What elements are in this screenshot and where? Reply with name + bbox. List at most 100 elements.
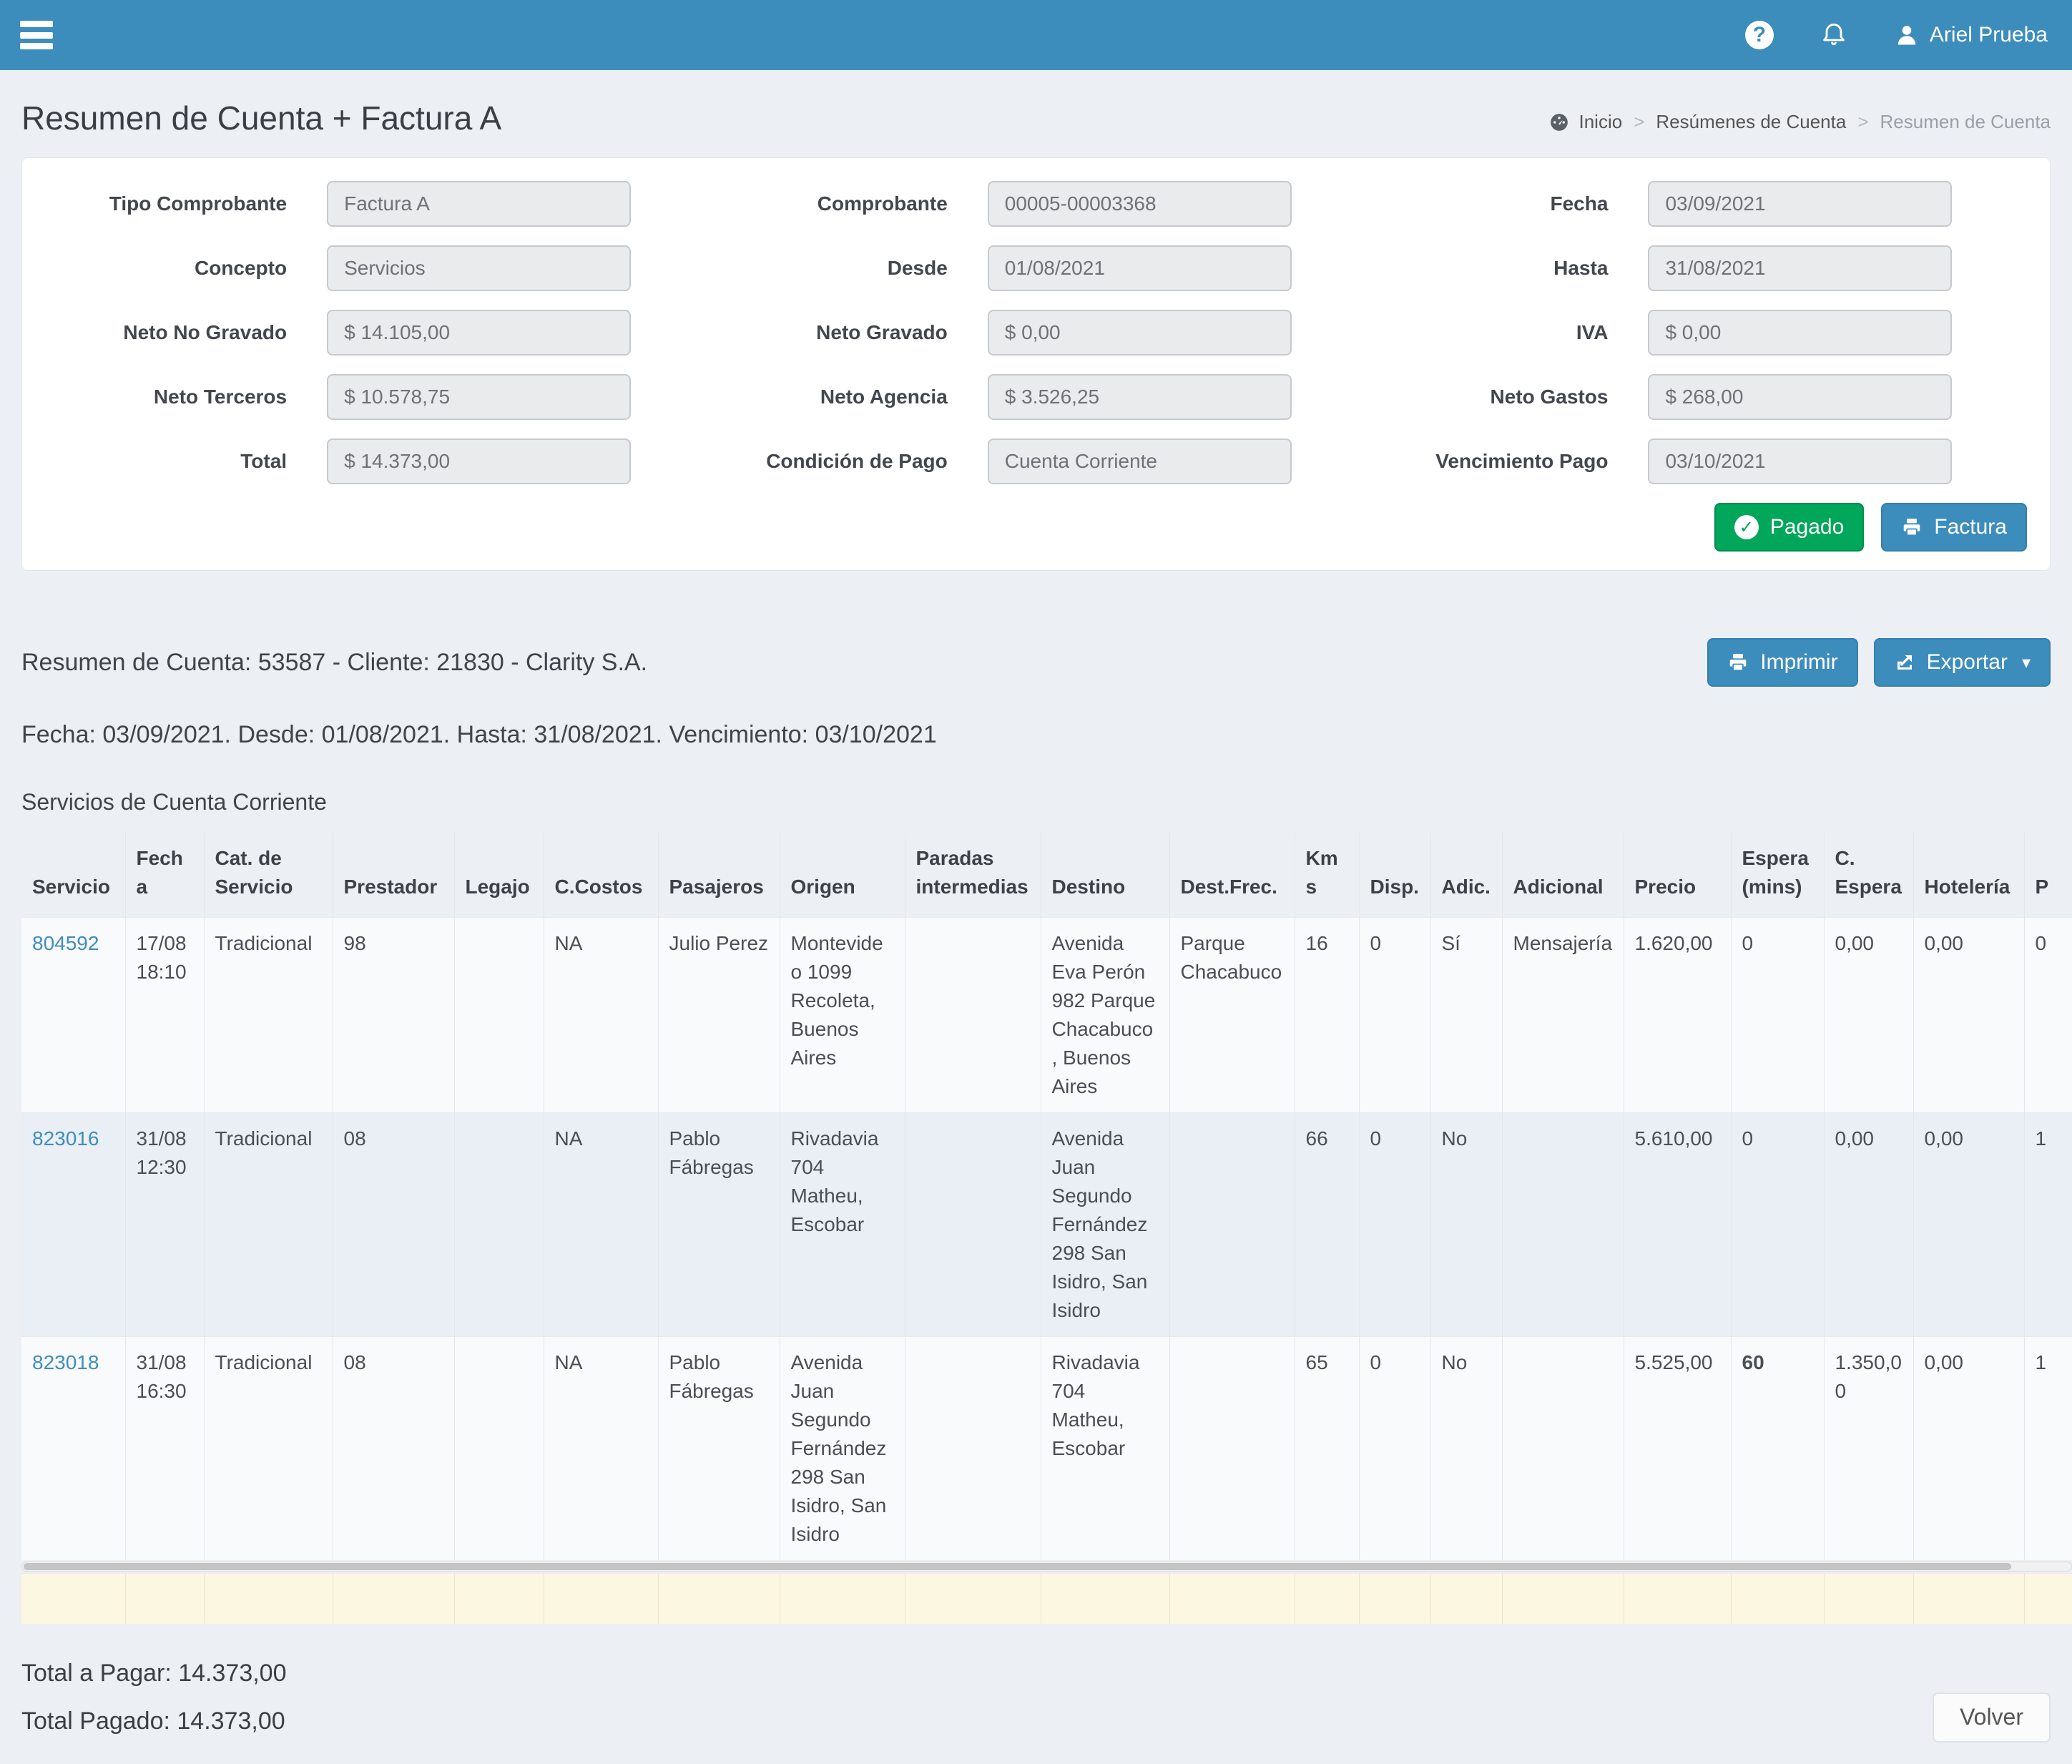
cell-disp: 0 [1359, 1337, 1430, 1561]
imprimir-button[interactable]: Imprimir [1707, 638, 1857, 687]
tipo-comprobante-field[interactable] [327, 181, 631, 227]
user-menu[interactable]: Ariel Prueba [1894, 22, 2048, 48]
pagado-button[interactable]: ✓ Pagado [1714, 503, 1864, 552]
breadcrumb-separator: > [1857, 111, 1868, 133]
cell-paradas [905, 1337, 1041, 1561]
col-header-dest-frec: Dest.Frec. [1169, 833, 1295, 918]
breadcrumb-item: Inicio [1578, 111, 1622, 133]
neto-gastos-field[interactable] [1648, 374, 1952, 420]
col-header-destino: Destino [1041, 833, 1169, 918]
cell-legajo [454, 1113, 544, 1337]
total-field[interactable] [327, 438, 631, 484]
fecha-field[interactable] [1648, 181, 1952, 227]
cell-adic: Sí [1430, 918, 1502, 1113]
col-header-truncated: P [2024, 833, 2072, 918]
cell-legajo [454, 1337, 544, 1561]
desde-field[interactable] [988, 245, 1292, 291]
exportar-button[interactable]: Exportar ▾ [1874, 638, 2051, 687]
horizontal-scrollbar-thumb[interactable] [24, 1563, 2011, 1570]
help-button[interactable]: ? [1745, 21, 1774, 49]
col-header-adicional: Adicional [1502, 833, 1624, 918]
account-summary-heading: Resumen de Cuenta: 53587 - Cliente: 2183… [21, 649, 647, 677]
cell-prestador: 98 [333, 918, 454, 1113]
cell-kms: 66 [1295, 1113, 1359, 1337]
factura-button[interactable]: Factura [1881, 503, 2027, 552]
help-icon: ? [1745, 21, 1774, 49]
cell-adicional: Mensajería [1502, 918, 1624, 1113]
col-header-hoteleria: Hotelería [1913, 833, 2024, 918]
cell-dest-frec [1169, 1337, 1295, 1561]
total-a-pagar: Total a Pagar: 14.373,00 [21, 1660, 2051, 1687]
pagado-button-label: Pagado [1770, 515, 1844, 539]
cell-espera: 60 [1731, 1337, 1824, 1561]
print-icon [1901, 516, 1923, 538]
vencimiento-pago-field[interactable] [1648, 438, 1952, 484]
cell-precio: 5.525,00 [1624, 1337, 1731, 1561]
cell-origen: Avenida Juan Segundo Fernández 298 San I… [780, 1337, 905, 1561]
neto-terceros-field[interactable] [327, 374, 631, 420]
col-header-ccostos: C.Costos [544, 833, 658, 918]
notifications-button[interactable] [1820, 21, 1848, 49]
field-label-hasta: Hasta [1366, 257, 1648, 280]
col-header-servicio: Servicio [21, 833, 125, 918]
breadcrumb-item: Resúmenes de Cuenta [1656, 111, 1846, 133]
table-row: 823018 31/08 16:30 Tradicional 08 NA Pab… [21, 1337, 2072, 1561]
condicion-de-pago-field[interactable] [988, 438, 1292, 484]
field-label-desde: Desde [706, 257, 988, 280]
col-header-cat-de-servicio: Cat. de Servicio [204, 833, 333, 918]
breadcrumb-current: Resumen de Cuenta [1880, 111, 2051, 133]
imprimir-button-label: Imprimir [1760, 650, 1837, 675]
cell-prestador: 08 [333, 1113, 454, 1337]
hasta-field[interactable] [1648, 245, 1952, 291]
field-label-tipo-comprobante: Tipo Comprobante [45, 192, 327, 215]
cell-disp: 0 [1359, 1113, 1430, 1337]
field-label-neto-gravado: Neto Gravado [706, 321, 988, 344]
cell-c-espera: 0,00 [1824, 1113, 1913, 1337]
col-header-disp: Disp. [1359, 833, 1430, 918]
cell-ccostos: NA [544, 1337, 658, 1561]
cell-destino: Avenida Juan Segundo Fernández 298 San I… [1041, 1113, 1169, 1337]
page-title: Resumen de Cuenta + Factura A [21, 99, 501, 137]
cell-c-espera: 0,00 [1824, 918, 1913, 1113]
concepto-field[interactable] [327, 245, 631, 291]
volver-button[interactable]: Volver [1933, 1692, 2051, 1743]
iva-field[interactable] [1648, 310, 1952, 356]
neto-gravado-field[interactable] [988, 310, 1292, 356]
table-header-row: Servicio Fecha Cat. de Servicio Prestado… [21, 833, 2072, 918]
cell-prestador: 08 [333, 1337, 454, 1561]
hamburger-menu-icon[interactable] [20, 21, 53, 49]
service-link[interactable]: 804592 [32, 932, 99, 954]
neto-agencia-field[interactable] [988, 374, 1292, 420]
cell-pasajeros: Julio Perez [658, 918, 780, 1113]
neto-no-gravado-field[interactable] [327, 310, 631, 356]
breadcrumb-separator: > [1634, 111, 1644, 133]
user-icon [1894, 22, 1920, 48]
service-link[interactable]: 823018 [32, 1351, 99, 1373]
services-table: Servicio Fecha Cat. de Servicio Prestado… [21, 833, 2072, 1560]
top-navbar: ? Ariel Prueba [0, 0, 2072, 70]
service-link[interactable]: 823016 [32, 1127, 99, 1150]
col-header-c-espera: C. Espera [1824, 833, 1913, 918]
cell-hoteleria: 0,00 [1913, 1113, 2024, 1337]
field-label-condicion-de-pago: Condición de Pago [706, 450, 988, 473]
col-header-origen: Origen [780, 833, 905, 918]
cell-cat-servicio: Tradicional [204, 1113, 333, 1337]
cell-pasajeros: Pablo Fábregas [658, 1337, 780, 1561]
cell-precio: 5.610,00 [1624, 1113, 1731, 1337]
field-label-neto-agencia: Neto Agencia [706, 386, 988, 408]
cell-fecha: 31/08 12:30 [125, 1113, 204, 1337]
comprobante-field[interactable] [988, 181, 1292, 227]
content: Resumen de Cuenta + Factura A Inicio > R… [0, 99, 2072, 1764]
field-label-fecha: Fecha [1366, 192, 1648, 215]
field-label-neto-terceros: Neto Terceros [45, 386, 327, 408]
field-label-neto-gastos: Neto Gastos [1366, 386, 1648, 408]
col-header-legajo: Legajo [454, 833, 544, 918]
summary-dates-line: Fecha: 03/09/2021. Desde: 01/08/2021. Ha… [21, 721, 2051, 749]
cell-cat-servicio: Tradicional [204, 1337, 333, 1561]
breadcrumb-home-link[interactable]: Inicio [1548, 111, 1622, 133]
table-totals-row [21, 1573, 2072, 1624]
horizontal-scrollbar[interactable] [21, 1562, 2072, 1572]
factura-button-label: Factura [1934, 515, 2007, 539]
cell-hoteleria: 0,00 [1913, 1337, 2024, 1561]
breadcrumb-resumenes-link[interactable]: Resúmenes de Cuenta [1656, 111, 1846, 133]
